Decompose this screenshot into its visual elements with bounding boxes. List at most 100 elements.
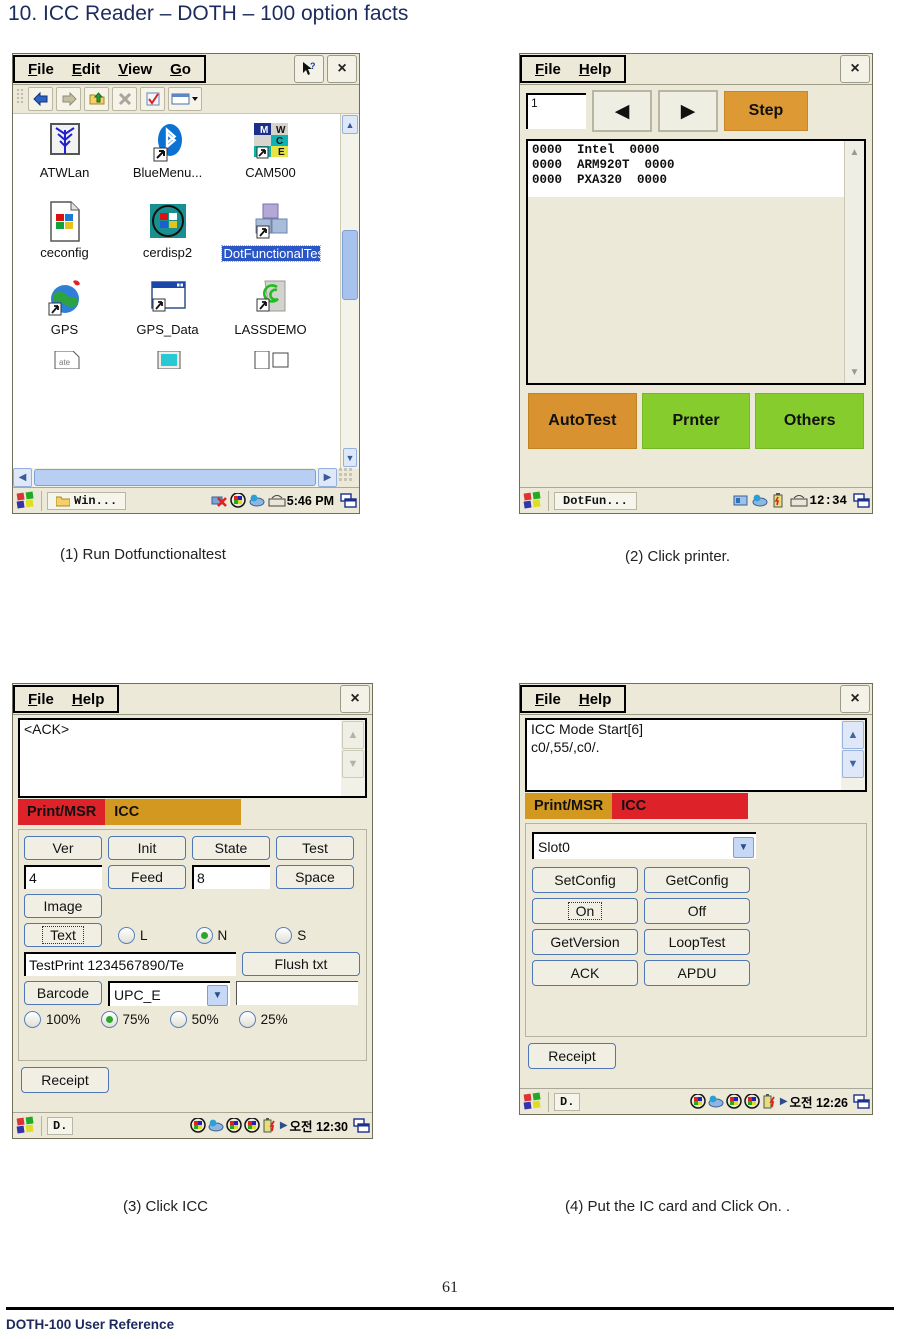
ver-button[interactable]: Ver: [24, 836, 102, 860]
scroll-left-icon[interactable]: ◀: [13, 468, 32, 487]
scroll-right-icon[interactable]: ▶: [318, 468, 337, 487]
menu-file[interactable]: FFileile: [19, 61, 63, 78]
view-mode-icon[interactable]: [168, 87, 202, 111]
slot-select[interactable]: Slot0 ▼: [532, 832, 756, 859]
space-button[interactable]: Space: [276, 865, 354, 889]
desktop-icon-gps-data[interactable]: GPS_Data: [116, 271, 219, 337]
desktop-icon-gps[interactable]: GPS: [13, 271, 116, 337]
test-button[interactable]: Test: [276, 836, 354, 860]
ack-button[interactable]: ACK: [532, 960, 638, 986]
close-icon[interactable]: ×: [840, 55, 870, 83]
scroll-down-icon[interactable]: ▼: [343, 448, 357, 467]
radio-size-n[interactable]: N: [195, 926, 227, 944]
scroll-up-icon[interactable]: ▲: [845, 141, 864, 163]
feed-button[interactable]: Feed: [108, 865, 186, 889]
start-button[interactable]: [16, 491, 36, 510]
image-button[interactable]: Image: [24, 894, 102, 918]
menu-view[interactable]: View: [109, 61, 161, 78]
chevron-down-icon[interactable]: ▼: [733, 837, 754, 858]
radio-percent-50[interactable]: 50%: [169, 1011, 219, 1028]
setconfig-button[interactable]: SetConfig: [532, 867, 638, 893]
tab-print-msr[interactable]: Print/MSR: [525, 793, 613, 819]
step-button[interactable]: Step: [724, 91, 808, 131]
menu-file[interactable]: File: [526, 61, 570, 78]
close-icon[interactable]: ×: [840, 685, 870, 713]
battery-icon[interactable]: [771, 493, 787, 508]
vertical-scrollbar[interactable]: ▲ ▼: [340, 114, 359, 469]
prnter-button[interactable]: Prnter: [641, 393, 751, 449]
menu-file[interactable]: File: [19, 691, 63, 708]
back-icon[interactable]: [28, 87, 53, 111]
activesync-icon[interactable]: [249, 493, 265, 508]
menu-help[interactable]: Help: [570, 691, 621, 708]
scroll-thumb-horizontal[interactable]: [34, 469, 316, 486]
getversion-button[interactable]: GetVersion: [532, 929, 638, 955]
taskbar-window-item[interactable]: D.: [47, 1116, 74, 1135]
on-button[interactable]: On: [532, 898, 638, 924]
scroll-down-icon[interactable]: ▼: [845, 361, 864, 383]
start-button[interactable]: [523, 491, 543, 510]
taskbar-window-item[interactable]: D.: [554, 1092, 581, 1111]
palette-icon[interactable]: [690, 1093, 706, 1109]
radio-percent-100[interactable]: 100%: [24, 1011, 81, 1028]
terminal-scrollbar[interactable]: ▲ ▼: [841, 720, 865, 790]
battery-icon[interactable]: [262, 1118, 278, 1133]
print-text-input[interactable]: TestPrint 1234567890/Te: [24, 952, 236, 976]
show-desktop-icon[interactable]: [353, 1118, 370, 1133]
close-icon[interactable]: ×: [327, 55, 357, 83]
init-button[interactable]: Init: [108, 836, 186, 860]
apdu-button[interactable]: APDU: [644, 960, 750, 986]
show-desktop-icon[interactable]: [340, 493, 357, 508]
palette-icon-2[interactable]: [226, 1117, 242, 1133]
tray-expand-icon[interactable]: ▶: [280, 1120, 288, 1131]
activesync-icon[interactable]: [708, 1094, 724, 1109]
taskbar-window-item[interactable]: Win...: [47, 491, 127, 510]
scroll-down-icon[interactable]: ▼: [342, 750, 364, 778]
scroll-down-icon[interactable]: ▼: [842, 750, 864, 778]
scroll-up-icon[interactable]: ▲: [342, 721, 364, 749]
show-desktop-icon[interactable]: [853, 493, 870, 508]
start-button[interactable]: [16, 1116, 36, 1135]
help-cursor-icon[interactable]: ?: [294, 55, 324, 83]
delete-icon[interactable]: [112, 87, 137, 111]
menu-help[interactable]: Help: [570, 61, 621, 78]
scroll-up-icon[interactable]: ▲: [342, 115, 358, 134]
barcode-value-input[interactable]: [236, 981, 358, 1005]
barcode-type-select[interactable]: UPC_E ▼: [108, 981, 230, 1006]
others-button[interactable]: Others: [755, 393, 865, 449]
scroll-thumb[interactable]: [342, 230, 358, 300]
receipt-button[interactable]: Receipt: [21, 1067, 109, 1093]
step-index-input[interactable]: 1: [526, 93, 586, 129]
next-button[interactable]: ▶: [658, 90, 718, 132]
show-desktop-icon[interactable]: [853, 1094, 870, 1109]
desktop-icon-lassdemo[interactable]: LASSDEMO: [219, 271, 322, 337]
palette-icon-3[interactable]: [244, 1117, 260, 1133]
tab-icc[interactable]: ICC: [105, 799, 242, 825]
radio-size-l[interactable]: L: [118, 926, 148, 944]
space-count-input[interactable]: 8: [192, 865, 270, 889]
state-button[interactable]: State: [192, 836, 270, 860]
tab-icc[interactable]: ICC: [612, 793, 749, 819]
keyboard-icon[interactable]: [268, 493, 286, 508]
activesync-icon[interactable]: [208, 1118, 224, 1133]
palette-icon-3[interactable]: [744, 1093, 760, 1109]
desktop-icon-partial-2[interactable]: [116, 345, 219, 370]
network-disconnected-icon[interactable]: [211, 493, 227, 508]
activesync-icon[interactable]: [752, 493, 768, 508]
palette-icon[interactable]: [230, 492, 246, 508]
desktop-icon-cam500[interactable]: MWCE CAM500: [219, 114, 322, 180]
desktop-icon-bluemenu[interactable]: BlueMenu...: [116, 114, 219, 180]
desktop-icon-cerdisp2[interactable]: cerdisp2: [116, 194, 219, 263]
desktop-icon-partial-1[interactable]: ate: [13, 345, 116, 370]
barcode-button[interactable]: Barcode: [24, 981, 102, 1005]
prev-button[interactable]: ◀: [592, 90, 652, 132]
start-button[interactable]: [523, 1092, 543, 1111]
receipt-button[interactable]: Receipt: [528, 1043, 616, 1069]
off-button[interactable]: Off: [644, 898, 750, 924]
palette-icon[interactable]: [190, 1117, 206, 1133]
menu-edit[interactable]: Edit: [63, 61, 109, 78]
desktop-icon-dotfunctionaltest[interactable]: DotFunctionalTest: [219, 194, 328, 263]
horizontal-scrollbar[interactable]: ◀ ▶: [13, 468, 337, 487]
tray-expand-icon[interactable]: ▶: [780, 1096, 788, 1107]
forward-icon[interactable]: [56, 87, 81, 111]
